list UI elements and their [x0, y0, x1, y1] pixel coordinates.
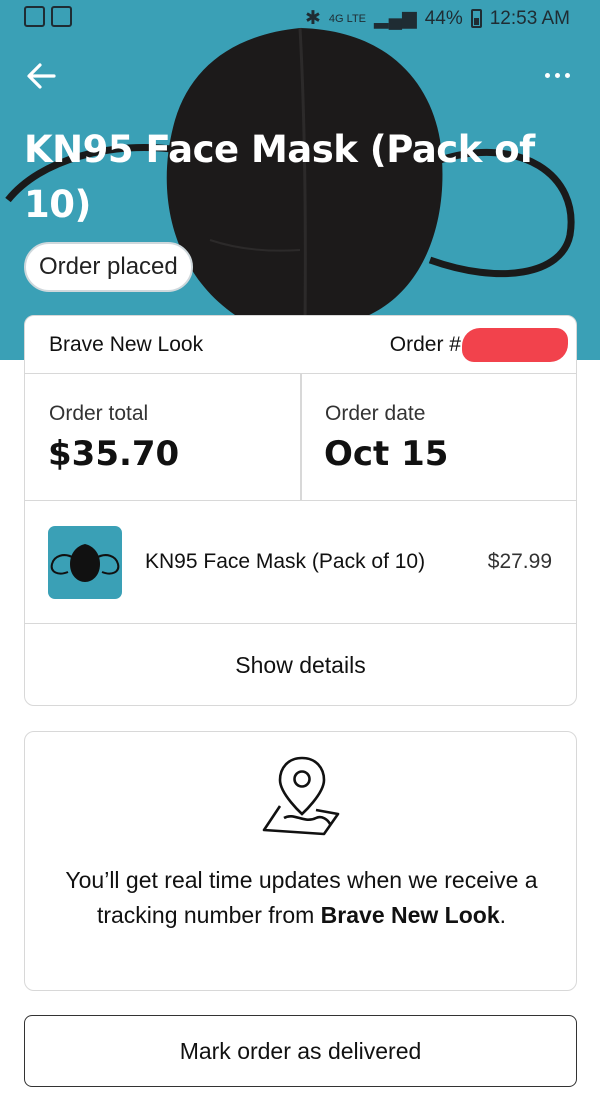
item-thumbnail — [48, 526, 122, 599]
back-button[interactable] — [24, 58, 60, 94]
order-summary-card: Brave New Look Order # Order total $35.7… — [24, 315, 577, 706]
network-indicator: 4G LTE — [328, 12, 366, 25]
order-total-value: $35.70 — [48, 434, 180, 474]
item-name: KN95 Face Mask (Pack of 10) — [145, 550, 426, 573]
battery-percent: 44% — [424, 7, 463, 29]
clock: 12:53 AM — [489, 7, 570, 29]
order-totals-row: Order total $35.70 Order date Oct 15 — [25, 374, 576, 501]
redacted-order-number — [462, 328, 568, 362]
mark-delivered-button[interactable]: Mark order as delivered — [24, 1015, 577, 1087]
status-bar: ✱ 4G LTE ▂▄▆ 44% 12:53 AM — [0, 0, 600, 36]
item-price: $27.99 — [487, 550, 552, 573]
tracking-info-card: You’ll get real time updates when we rec… — [24, 731, 577, 991]
page-title: KN95 Face Mask (Pack of 10) — [24, 128, 535, 226]
signal-icon: ▂▄▆ — [374, 8, 417, 29]
order-number-label: Order # — [389, 333, 461, 356]
merchant-name: Brave New Look — [49, 333, 204, 356]
more-horizontal-icon — [544, 72, 550, 78]
bluetooth-icon: ✱ — [304, 8, 321, 29]
app-notification-icon — [51, 6, 72, 27]
order-total-label: Order total — [49, 402, 149, 425]
battery-icon — [470, 9, 482, 28]
tracking-message: You’ll get real time updates when we rec… — [65, 867, 538, 928]
notification-icon — [24, 6, 45, 27]
order-date-label: Order date — [325, 402, 426, 425]
divider — [300, 374, 302, 501]
order-status-badge: Order placed — [24, 242, 193, 292]
map-pin-icon — [262, 756, 340, 836]
order-date-value: Oct 15 — [324, 434, 449, 474]
show-details-button[interactable]: Show details — [25, 624, 576, 705]
tracking-merchant-name: Brave New Look — [320, 902, 500, 928]
arrow-left-icon — [27, 63, 56, 89]
order-header-row: Brave New Look Order # — [25, 316, 576, 374]
order-item-row[interactable]: KN95 Face Mask (Pack of 10) $27.99 — [25, 501, 576, 624]
more-options-button[interactable] — [540, 62, 574, 88]
